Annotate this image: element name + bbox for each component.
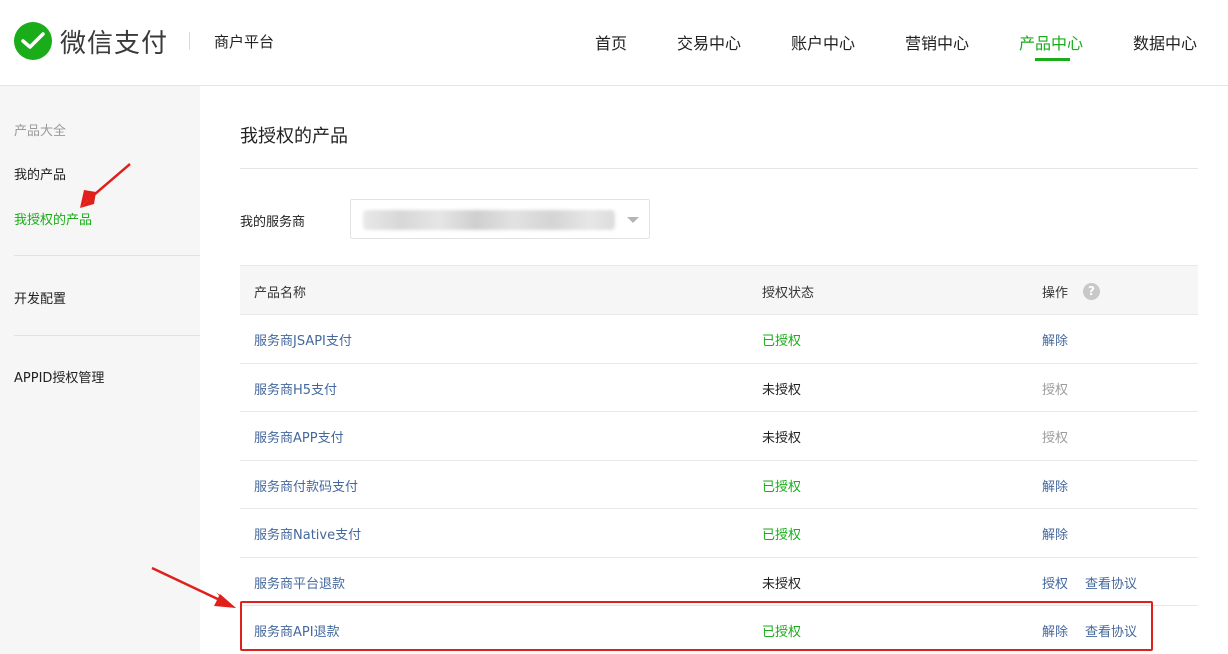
table-row: 服务商付款码支付 已授权 解除	[240, 461, 1198, 509]
auth-status-text: 未授权	[762, 576, 802, 592]
table-row: 服务商JSAPI支付 已授权 解除	[240, 315, 1198, 364]
product-name-link[interactable]: 服务商平台退款	[254, 573, 345, 592]
sidebar-item-appid-auth[interactable]: APPID授权管理	[14, 367, 104, 386]
revoke-button[interactable]: 解除	[1042, 524, 1068, 543]
sidebar-item-dev-config[interactable]: 开发配置	[14, 288, 66, 307]
table-row: 服务商H5支付 未授权 授权	[240, 364, 1198, 412]
annotation-highlight-box	[240, 601, 1153, 651]
nav-home[interactable]: 首页	[595, 30, 627, 54]
table-row: 服务商APP支付 未授权 授权	[240, 412, 1198, 461]
nav-marketing-center[interactable]: 营销中心	[905, 30, 969, 54]
blurred-provider-value	[363, 210, 615, 230]
authorized-products-table: 产品名称 授权状态 操作 ? 服务商JSAPI支付 已授权 解除 服务商H5支付 未授权…	[240, 265, 1198, 654]
authorize-button[interactable]: 授权	[1042, 573, 1068, 592]
sidebar-group-title: 产品大全	[14, 124, 67, 139]
view-agreement-link[interactable]: 查看协议	[1085, 573, 1137, 592]
table-row: 服务商Native支付 已授权 解除	[240, 509, 1198, 558]
help-icon[interactable]: ?	[1083, 283, 1100, 300]
auth-status-text: 已授权	[762, 528, 802, 543]
auth-status-text: 已授权	[762, 479, 802, 495]
nav-account-center[interactable]: 账户中心	[791, 30, 855, 54]
top-header: 微信支付 商户平台 首页 交易中心 账户中心 营销中心 产品中心 数据中心	[0, 0, 1228, 86]
revoke-button[interactable]: 解除	[1042, 330, 1068, 349]
nav-data-center[interactable]: 数据中心	[1133, 30, 1197, 54]
revoke-button[interactable]: 解除	[1042, 476, 1068, 495]
table-header: 产品名称 授权状态 操作 ?	[240, 265, 1198, 315]
product-name-link[interactable]: 服务商付款码支付	[254, 476, 358, 495]
column-header-product-name: 产品名称	[254, 286, 307, 301]
column-header-actions: 操作	[1042, 286, 1069, 301]
auth-status-text: 未授权	[762, 431, 802, 446]
authorize-button[interactable]: 授权	[1042, 427, 1068, 446]
annotation-arrow-icon	[80, 163, 131, 208]
product-name-link[interactable]: 服务商JSAPI支付	[254, 330, 352, 349]
auth-status-text: 已授权	[762, 334, 802, 349]
sidebar-item-my-products[interactable]: 我的产品	[14, 164, 66, 183]
service-provider-select[interactable]	[350, 199, 650, 239]
service-provider-label: 我的服务商	[240, 215, 306, 230]
auth-status-text: 未授权	[762, 382, 802, 398]
product-name-link[interactable]: 服务商APP支付	[254, 427, 344, 446]
page-title: 我授权的产品	[240, 126, 348, 147]
product-name-link[interactable]: 服务商H5支付	[254, 379, 337, 398]
table-row: 服务商平台退款 未授权 授权 查看协议	[240, 558, 1198, 606]
annotation-arrow-icon	[151, 566, 236, 608]
sidebar-divider	[14, 255, 200, 256]
product-name-link[interactable]: 服务商Native支付	[254, 524, 361, 543]
nav-trade-center[interactable]: 交易中心	[677, 30, 741, 54]
sidebar-divider	[14, 335, 200, 336]
column-header-auth-status: 授权状态	[762, 286, 815, 301]
active-nav-indicator	[1035, 58, 1070, 61]
chevron-down-icon	[627, 217, 639, 223]
title-divider	[240, 168, 1198, 169]
authorize-button[interactable]: 授权	[1042, 379, 1068, 398]
nav-product-center[interactable]: 产品中心	[1019, 30, 1083, 54]
